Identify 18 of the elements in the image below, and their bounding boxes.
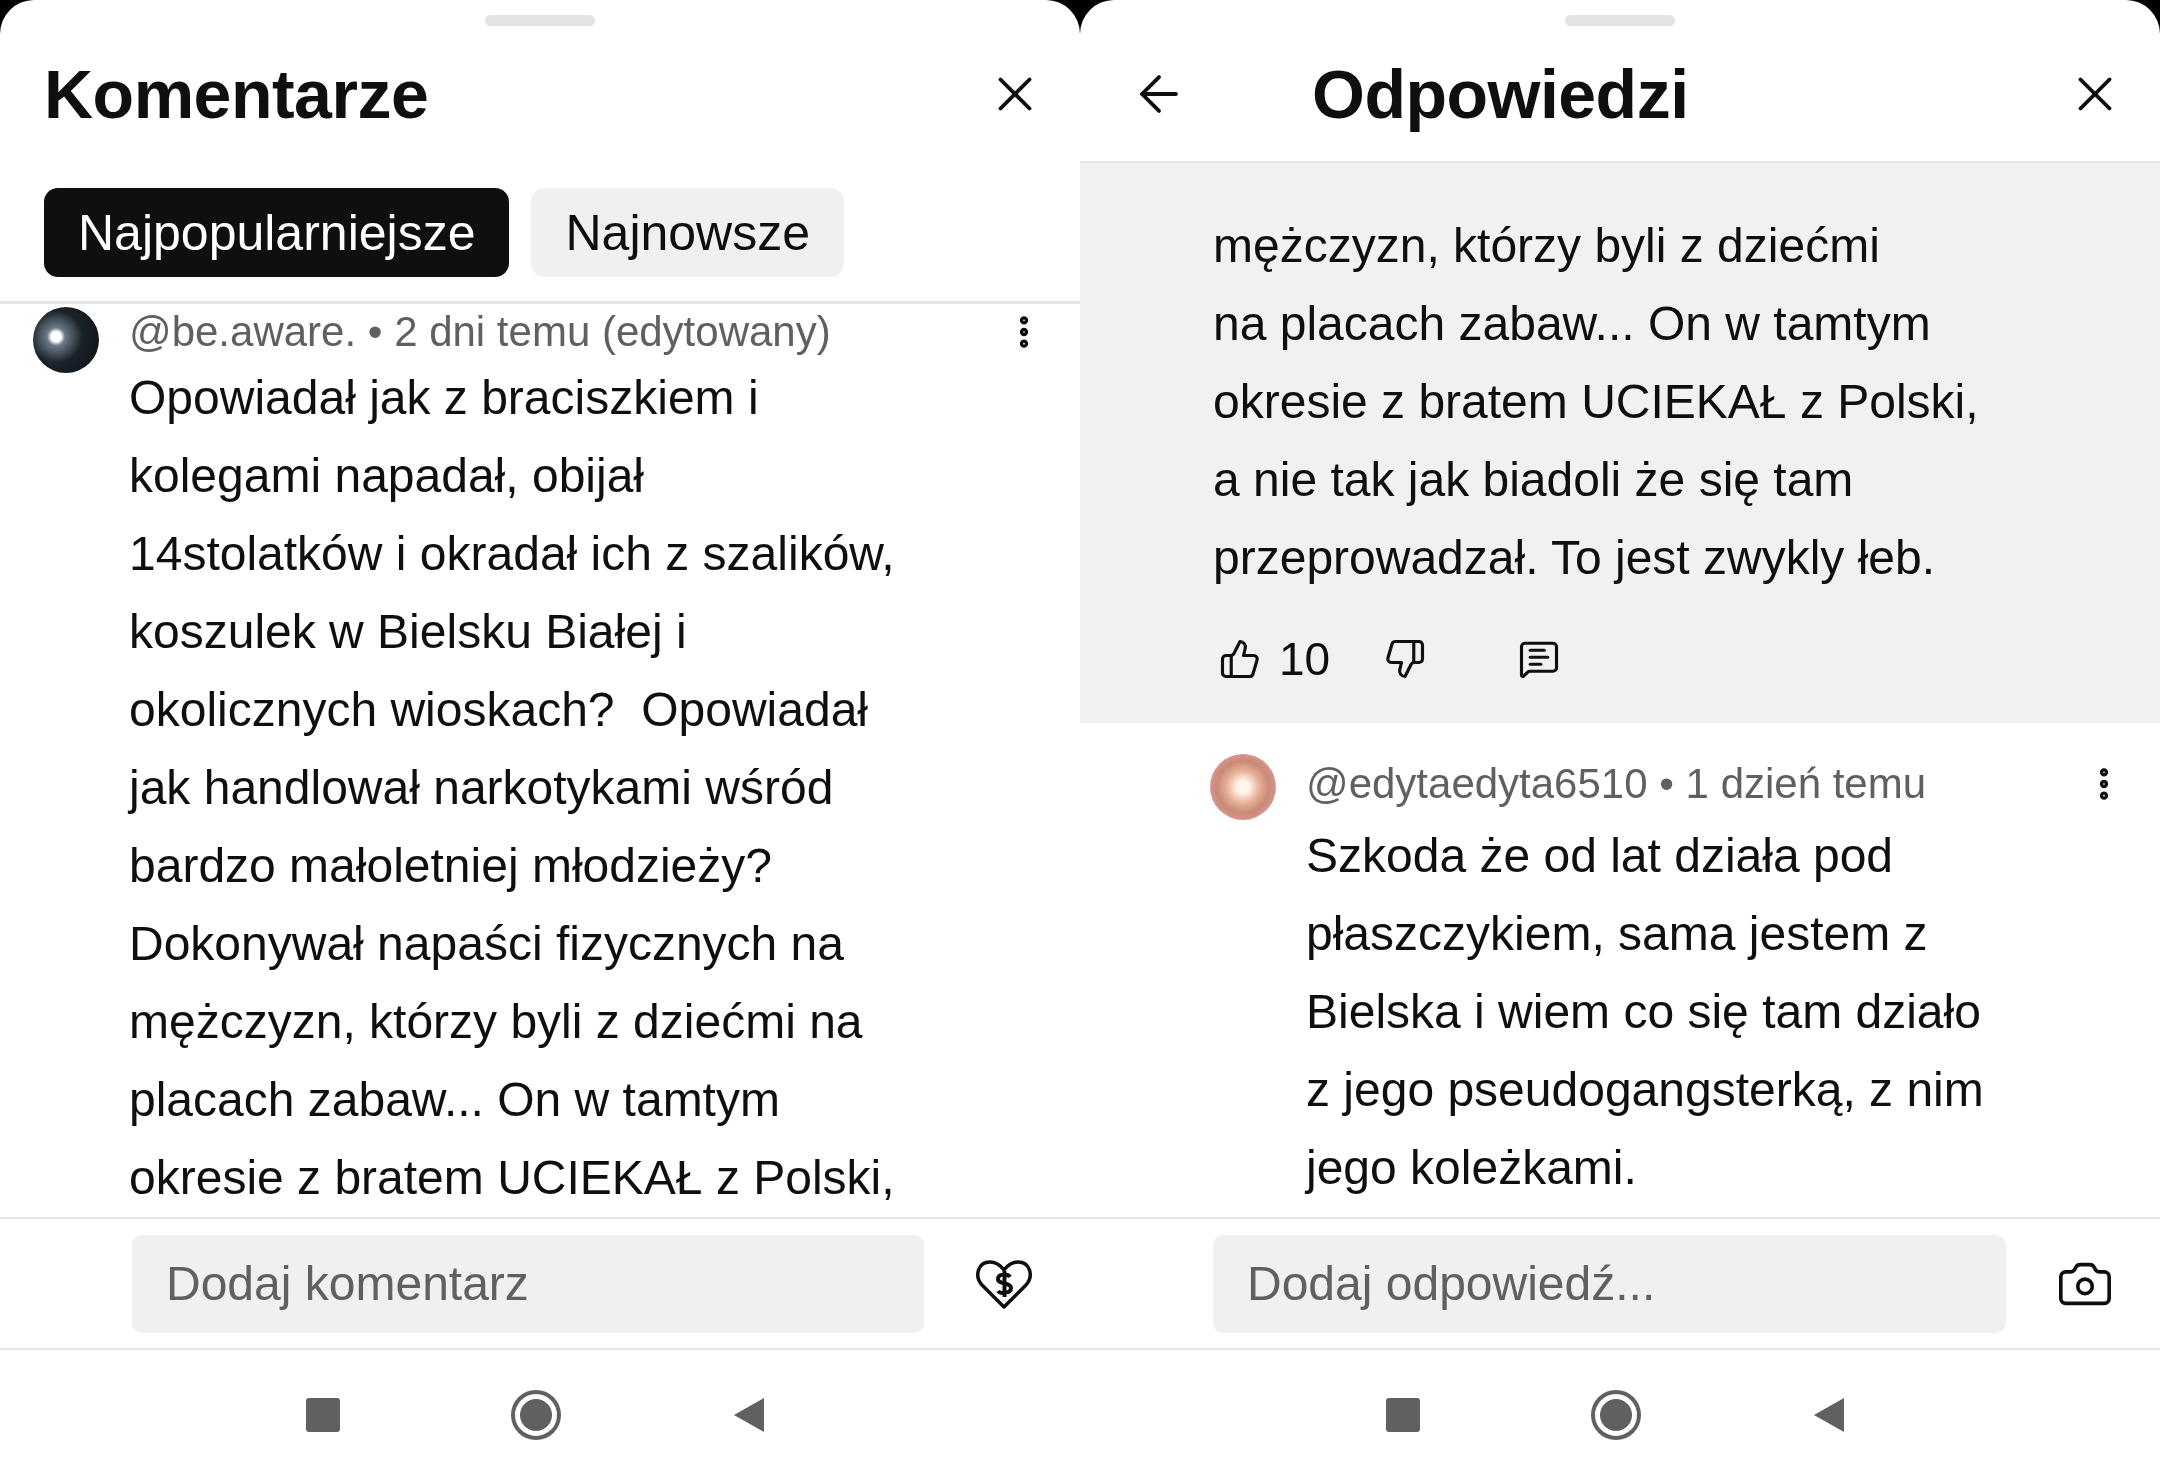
comment-meta: @be.aware. • 2 dni temu (edytowany) <box>129 307 832 356</box>
comment-text: mężczyzn, którzy byli z dziećmi na placach zabaw... On w tamtym okresie z bratem UCIEKAŁ z Polski, a nie tak jak biadoli że się tam przeprowadzał. To jest zwykly łeb. <box>1213 218 1980 586</box>
drag-handle[interactable] <box>1565 15 1675 26</box>
panel-title: Odpowiedzi <box>1312 54 1690 133</box>
comment-input-field[interactable]: Dodaj komentarz <box>132 1234 924 1333</box>
like-count: 10 <box>1279 632 1331 686</box>
drag-handle[interactable] <box>485 15 595 26</box>
back-button[interactable] <box>1812 1396 1846 1434</box>
panel-title: Komentarze <box>44 54 430 133</box>
reply-text: Szkoda że od lat działa pod płaszczykiem, sama jestem z Bielska i wiem co się tam działo z jego pseudogangsterką, z nim jego koleżkami. <box>1306 828 1985 1196</box>
comment-text: Opowiadał jak z braciszkiem i kolegami napadał, obijał 14stolatków i okradał ich z szalików, koszulek w Bielsku Białej i okolicznych wioskach? Opowiadał jak handlował narkotykami wśród bardzo małoletniej młodzieży? Dokonywał napaści fizycznych na mężczyzn, którzy byli z dziećmi na placach zabaw... On w tamtym okresie z bratem UCIEKAŁ z Polski, <box>129 370 896 1206</box>
sort-tab[interactable]: Najnowsze <box>531 188 845 277</box>
sort-tab[interactable]: Najpopularniejsze <box>44 188 510 277</box>
back-button[interactable] <box>732 1396 766 1434</box>
reply-input-field[interactable]: Dodaj odpowiedź... <box>1213 1234 2006 1333</box>
home-button[interactable] <box>510 1389 562 1441</box>
home-button[interactable] <box>1590 1389 1642 1441</box>
comment-meta: @edytaedyta6510 • 1 dzień temu <box>1306 760 1928 808</box>
